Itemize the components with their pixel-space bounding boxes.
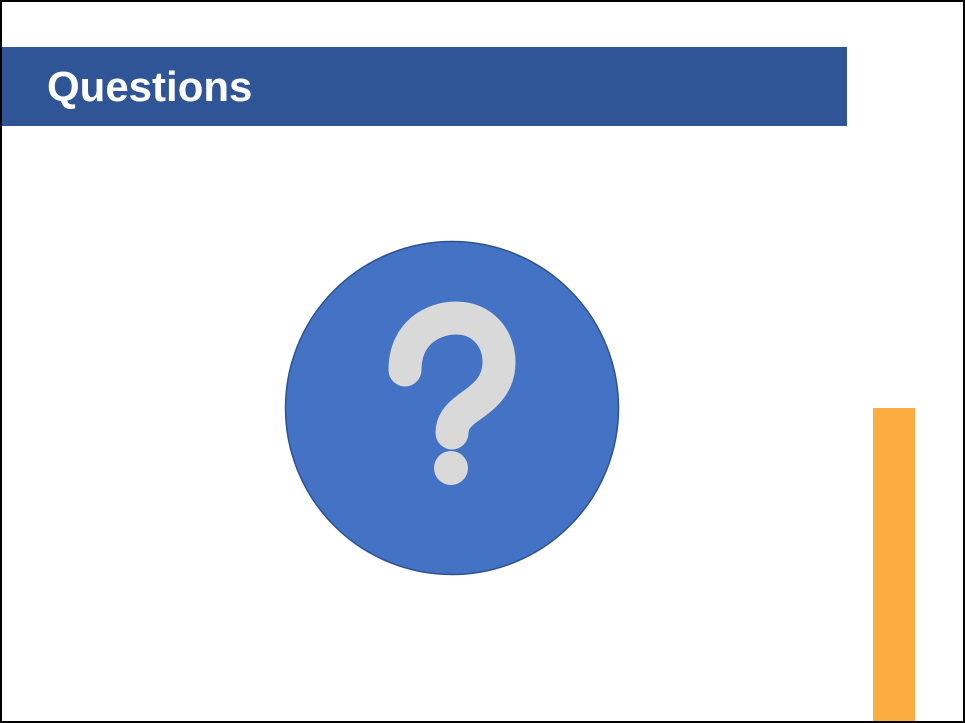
question-mark-circle-icon (284, 240, 620, 576)
accent-bar (873, 408, 915, 721)
question-mark-dot (434, 451, 468, 485)
slide: Questions (0, 0, 965, 723)
title-bar: Questions (2, 47, 847, 126)
slide-title: Questions (47, 63, 253, 110)
